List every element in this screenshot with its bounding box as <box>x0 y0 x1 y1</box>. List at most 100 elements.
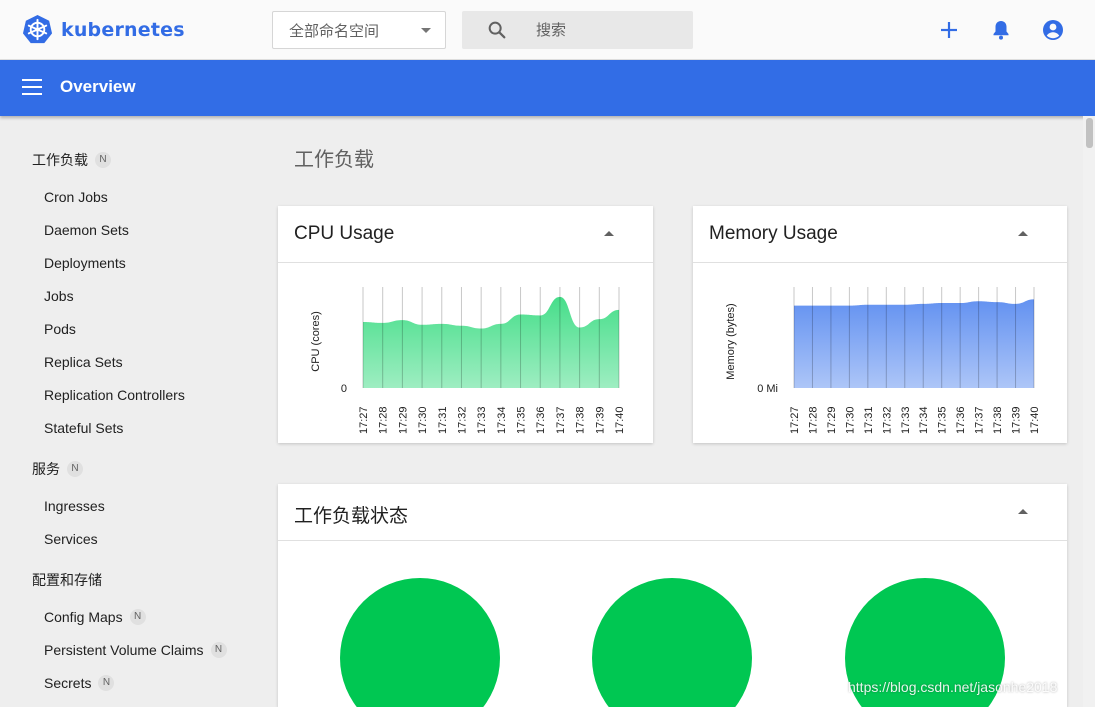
workloads-section-title: 工作负载 <box>294 149 374 171</box>
collapse-arrow-icon[interactable] <box>604 231 614 236</box>
x-tick-label: 17:31 <box>863 406 875 434</box>
status-pie-pods[interactable] <box>592 578 752 707</box>
search-box[interactable] <box>462 11 693 49</box>
watermark-text: https://blog.csdn.net/jasonhe2018 <box>848 679 1058 695</box>
sidebar-section-label: 服务 <box>32 461 60 477</box>
scrollbar-thumb[interactable] <box>1086 118 1093 148</box>
x-tick-label: 17:35 <box>516 406 528 434</box>
workload-status-title: 工作负载状态 <box>294 506 409 527</box>
bell-icon[interactable] <box>989 18 1013 42</box>
workload-status-card: 工作负载状态 <box>278 484 1067 707</box>
sidebar-item-cron-jobs[interactable]: Cron Jobs <box>44 189 108 205</box>
x-tick-label: 17:30 <box>844 406 856 434</box>
y-axis-label: Memory (bytes) <box>725 303 737 379</box>
x-tick-label: 17:28 <box>378 406 390 434</box>
x-tick-label: 17:39 <box>594 406 606 434</box>
memory-card-title: Memory Usage <box>709 223 838 244</box>
sidebar-item-label: Jobs <box>44 288 74 304</box>
x-tick-label: 17:36 <box>535 406 547 434</box>
sidebar-item-ingresses[interactable]: Ingresses <box>44 498 105 514</box>
sidebar-section-services[interactable]: 服务 N <box>32 459 83 479</box>
page-title: Overview <box>60 77 136 96</box>
sidebar-item-label: Replication Controllers <box>44 387 185 403</box>
x-tick-label: 17:27 <box>789 406 801 434</box>
collapse-arrow-icon[interactable] <box>1018 231 1028 236</box>
sidebar-item-stateful-sets[interactable]: Stateful Sets <box>44 420 123 436</box>
sidebar-section-config-storage[interactable]: 配置和存储 <box>32 570 102 590</box>
x-tick-label: 17:32 <box>881 406 893 434</box>
search-input[interactable] <box>536 11 686 49</box>
memory-usage-card: Memory Usage 17:27 17:28 17:29 17:30 17:31 17… <box>693 206 1067 443</box>
sidebar-item-label: Config Maps <box>44 609 123 625</box>
sidebar-item-label: Persistent Volume Claims <box>44 642 204 658</box>
x-tick-label: 17:40 <box>614 406 626 434</box>
card-divider <box>278 540 1067 541</box>
y-axis-label: CPU (cores) <box>310 311 322 372</box>
x-tick-label: 17:30 <box>417 406 429 434</box>
y-tick-label: 0 Mi <box>757 383 778 395</box>
namespaced-badge: N <box>95 152 111 168</box>
collapse-arrow-icon[interactable] <box>1018 509 1028 514</box>
namespaced-badge: N <box>210 642 227 658</box>
sidebar-section-workloads[interactable]: 工作负载 N <box>32 150 111 170</box>
x-tick-label: 17:34 <box>918 406 930 434</box>
x-tick-label: 17:38 <box>575 406 587 434</box>
sidebar-item-daemon-sets[interactable]: Daemon Sets <box>44 222 129 238</box>
sidebar-item-label: Pods <box>44 321 76 337</box>
sidebar-item-replication-controllers[interactable]: Replication Controllers <box>44 387 185 403</box>
kubernetes-wheel-icon <box>22 14 53 44</box>
sidebar-item-config-maps[interactable]: Config Maps N <box>44 609 146 625</box>
sidebar-item-secrets[interactable]: Secrets N <box>44 675 115 691</box>
x-tick-label: 17:29 <box>397 406 409 434</box>
sidebar-item-persistent-volume-claims[interactable]: Persistent Volume Claims N <box>44 642 227 658</box>
plus-icon[interactable] <box>937 18 961 42</box>
y-tick-label: 0 <box>341 383 347 395</box>
sidebar-item-deployments[interactable]: Deployments <box>44 255 126 271</box>
sidebar-item-pods[interactable]: Pods <box>44 321 76 337</box>
sidebar-item-label: Daemon Sets <box>44 222 129 238</box>
series-area <box>363 296 619 388</box>
x-tick-label: 17:32 <box>456 406 468 434</box>
brand-name: kubernetes <box>61 18 185 41</box>
x-tick-label: 17:37 <box>974 406 986 434</box>
sidebar-item-label: Ingresses <box>44 498 105 514</box>
cpu-usage-chart: 17:27 17:28 17:29 17:30 17:31 17:32 17:33 17:34… <box>310 287 626 434</box>
menu-icon[interactable] <box>22 79 42 97</box>
sidebar-item-jobs[interactable]: Jobs <box>44 288 74 304</box>
account-circle-icon[interactable] <box>1041 18 1065 42</box>
sidebar-item-label: Cron Jobs <box>44 189 108 205</box>
search-icon <box>488 21 506 39</box>
namespace-selected-value: 全部命名空间 <box>289 22 380 40</box>
sidebar-item-label: Services <box>44 531 98 547</box>
top-bar: kubernetes 全部命名空间 <box>0 0 1095 60</box>
x-tick-label: 17:38 <box>992 406 1004 434</box>
x-tick-label: 17:28 <box>807 406 819 434</box>
sidebar-item-replica-sets[interactable]: Replica Sets <box>44 354 123 370</box>
sidebar: 工作负载 N Cron Jobs Daemon Sets Deployments… <box>0 116 258 707</box>
x-tick-label: 17:29 <box>826 406 838 434</box>
x-tick-label: 17:35 <box>937 406 949 434</box>
x-tick-label: 17:37 <box>555 406 567 434</box>
sidebar-section-label: 工作负载 <box>32 152 88 168</box>
sidebar-item-label: Secrets <box>44 675 92 691</box>
sidebar-item-services[interactable]: Services <box>44 531 98 547</box>
x-tick-label: 17:31 <box>437 406 449 434</box>
namespaced-badge: N <box>67 461 83 477</box>
namespace-select[interactable]: 全部命名空间 <box>272 11 446 49</box>
sidebar-item-label: Stateful Sets <box>44 420 124 436</box>
page-header: Overview <box>0 60 1095 116</box>
page-scrollbar[interactable] <box>1083 116 1095 707</box>
namespaced-badge: N <box>129 609 146 625</box>
sidebar-item-label: Replica Sets <box>44 354 123 370</box>
chevron-down-icon <box>421 28 431 33</box>
x-tick-label: 17:40 <box>1029 406 1041 434</box>
x-tick-label: 17:39 <box>1011 406 1023 434</box>
status-pie-deployments[interactable] <box>340 578 500 707</box>
sidebar-item-label: Deployments <box>44 255 126 271</box>
kubernetes-logo[interactable]: kubernetes <box>22 14 185 45</box>
sidebar-section-label: 配置和存储 <box>32 572 102 588</box>
x-tick-label: 17:33 <box>900 406 912 434</box>
namespaced-badge: N <box>98 675 115 691</box>
memory-usage-chart: 17:27 17:28 17:29 17:30 17:31 17:32 17:33 17:34… <box>725 287 1041 434</box>
x-tick-label: 17:33 <box>476 406 488 434</box>
